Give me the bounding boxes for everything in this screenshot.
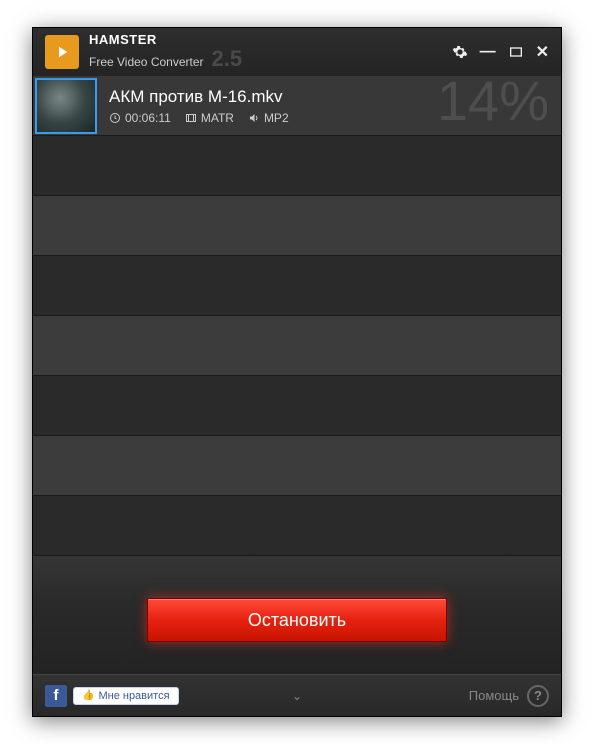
duration-value: 00:06:11: [125, 111, 171, 125]
speaker-icon: [248, 112, 260, 124]
video-codec-value: MATR: [201, 111, 234, 125]
list-item: [33, 376, 561, 436]
like-label: Мне нравится: [98, 690, 169, 702]
list-item: [33, 436, 561, 496]
audio-meta: MP2: [248, 111, 289, 125]
file-meta: 00:06:11 MATR MP2: [109, 111, 561, 125]
minimize-icon[interactable]: —: [480, 43, 496, 61]
maximize-icon[interactable]: [508, 44, 524, 60]
video-thumbnail: [35, 78, 97, 134]
list-item: [33, 316, 561, 376]
like-button[interactable]: Мне нравится: [73, 687, 179, 705]
list-item: [33, 496, 561, 556]
app-name: HAMSTER: [89, 33, 452, 47]
app-version: 2.5: [212, 47, 243, 71]
action-area: Остановить: [33, 556, 561, 674]
close-icon[interactable]: ✕: [536, 42, 549, 62]
facebook-icon[interactable]: f: [45, 685, 67, 707]
list-item: [33, 136, 561, 196]
file-name: АКМ против М-16.mkv: [109, 87, 561, 107]
file-row[interactable]: АКМ против М-16.mkv 00:06:11 MATR MP2 14…: [33, 76, 561, 136]
file-info: АКМ против М-16.mkv 00:06:11 MATR MP2: [99, 87, 561, 125]
list-item: [33, 256, 561, 316]
clock-icon: [109, 112, 121, 124]
window-controls: — ✕: [452, 42, 549, 62]
settings-icon[interactable]: [452, 44, 468, 60]
video-meta: MATR: [185, 111, 234, 125]
duration-meta: 00:06:11: [109, 111, 171, 125]
list-item: [33, 196, 561, 256]
chevron-down-icon[interactable]: ⌄: [292, 689, 302, 703]
titlebar: HAMSTER Free Video Converter 2.5 — ✕: [33, 28, 561, 76]
app-logo-icon: [45, 35, 79, 69]
audio-codec-value: MP2: [264, 111, 289, 125]
app-window: HAMSTER Free Video Converter 2.5 — ✕ АКМ…: [32, 27, 562, 717]
title-text: HAMSTER Free Video Converter 2.5: [89, 33, 452, 71]
help-icon[interactable]: ?: [527, 685, 549, 707]
footer: f Мне нравится ⌄ Помощь ?: [33, 674, 561, 716]
stop-button[interactable]: Остановить: [147, 598, 447, 642]
app-subtitle: Free Video Converter: [89, 56, 204, 69]
film-icon: [185, 112, 197, 124]
help-link[interactable]: Помощь: [469, 688, 519, 703]
